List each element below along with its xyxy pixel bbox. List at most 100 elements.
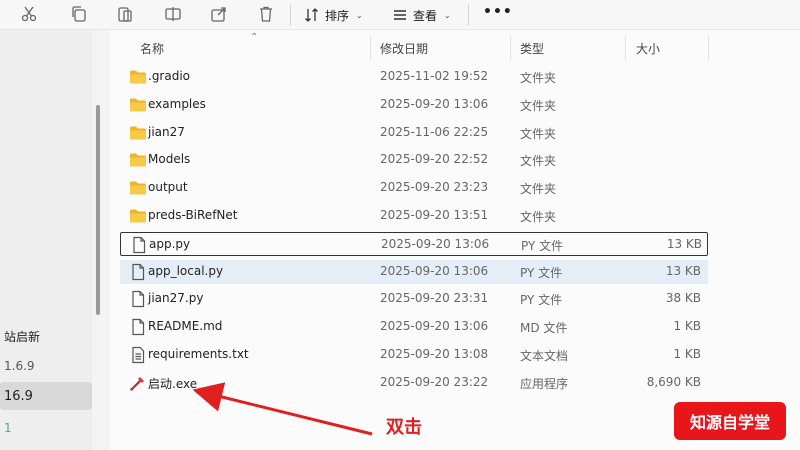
file-row[interactable]: README.md 2025-09-20 13:06 MD 文件 1 KB <box>120 315 708 339</box>
file-row[interactable]: app_local.py 2025-09-20 13:06 PY 文件 13 KB <box>120 259 708 284</box>
file-size: 1 KB <box>673 319 701 334</box>
navigation-pane: 站启新 1.6.9 16.9 1 <box>0 30 92 450</box>
more-options-button[interactable]: ••• <box>483 4 513 20</box>
file-row[interactable]: examples 2025-09-20 13:06 文件夹 <box>120 93 708 117</box>
column-date-header[interactable]: 修改日期 <box>380 40 428 57</box>
file-size: 1 KB <box>673 347 701 361</box>
file-date: 2025-11-02 19:52 <box>380 69 489 83</box>
column-name-header[interactable]: 名称 <box>140 40 164 57</box>
file-type: PY 文件 <box>520 265 563 280</box>
file-icon <box>129 235 149 255</box>
file-type: 文件夹 <box>520 126 557 141</box>
file-date: 2025-09-20 13:51 <box>380 208 489 222</box>
file-date: 2025-09-20 13:06 <box>380 96 489 111</box>
file-row[interactable]: app.py 2025-09-20 13:06 PY 文件 13 KB <box>120 231 708 256</box>
file-type: 文件夹 <box>520 71 557 85</box>
view-button[interactable]: 查看 ⌄ <box>392 3 451 27</box>
file-date: 2025-09-20 23:23 <box>380 180 489 195</box>
view-icon <box>394 10 406 20</box>
file-icon <box>128 289 148 309</box>
folder-icon <box>128 67 148 87</box>
file-name: app_local.py <box>148 263 224 278</box>
file-size: 8,690 KB <box>646 374 701 389</box>
file-date: 2025-11-06 22:25 <box>380 124 489 139</box>
column-divider <box>370 36 371 60</box>
file-name: .gradio <box>148 69 191 83</box>
file-type: 应用程序 <box>520 376 569 391</box>
nav-item[interactable]: 1.6.9 <box>0 352 92 380</box>
file-type: 文件夹 <box>520 98 557 113</box>
file-name: jian27.py <box>148 291 204 306</box>
file-size: 13 KB <box>666 236 702 251</box>
file-row[interactable]: jian27 2025-11-06 22:25 文件夹 <box>120 121 708 145</box>
brand-watermark: 知源自学堂 <box>674 402 786 440</box>
toolbar-divider <box>290 4 291 26</box>
chevron-down-icon: ⌄ <box>356 10 363 20</box>
file-row[interactable]: preds-BiRefNet 2025-09-20 13:51 文件夹 <box>120 204 708 228</box>
toolbar-divider <box>468 4 469 26</box>
nav-item[interactable]: 1 <box>0 414 92 442</box>
file-date: 2025-09-20 13:06 <box>380 319 489 334</box>
file-row[interactable]: 启动.exe 2025-09-20 23:22 应用程序 8,690 KB <box>120 371 708 395</box>
file-row[interactable]: Models 2025-09-20 22:52 文件夹 <box>120 148 708 172</box>
file-name: preds-BiRefNet <box>148 208 238 222</box>
file-date: 2025-09-20 23:22 <box>380 374 489 389</box>
file-date: 2025-09-20 13:08 <box>380 347 489 361</box>
file-type: 文本文档 <box>520 349 569 363</box>
nav-scrollbar[interactable] <box>96 105 100 315</box>
folder-icon <box>128 178 148 198</box>
double-click-callout: 双击 <box>386 417 422 438</box>
file-type: PY 文件 <box>521 238 564 253</box>
chevron-down-icon: ⌄ <box>444 10 451 20</box>
file-type: PY 文件 <box>520 293 563 308</box>
file-date: 2025-09-20 22:52 <box>380 152 489 167</box>
folder-icon <box>128 123 148 143</box>
column-size-header[interactable]: 大小 <box>636 40 660 57</box>
file-date: 2025-09-20 23:31 <box>380 291 489 306</box>
folder-icon <box>128 206 148 226</box>
file-name: 启动.exe <box>148 376 198 391</box>
rename-icon[interactable] <box>162 4 184 24</box>
file-name: jian27 <box>148 124 185 139</box>
copy-icon[interactable] <box>68 4 90 24</box>
sort-ascending-icon: ⌃ <box>250 32 259 43</box>
column-divider <box>625 36 626 60</box>
sort-label: 排序 <box>325 8 350 23</box>
paste-icon[interactable] <box>114 4 136 24</box>
file-icon <box>128 262 148 282</box>
file-date: 2025-09-20 13:06 <box>380 263 489 278</box>
file-row[interactable]: output 2025-09-20 23:23 文件夹 <box>120 176 708 200</box>
cut-icon[interactable] <box>18 4 40 24</box>
column-divider <box>708 36 709 60</box>
file-row[interactable]: jian27.py 2025-09-20 23:31 PY 文件 38 KB <box>120 287 708 311</box>
nav-item[interactable]: 站启新 <box>0 322 92 350</box>
file-name: examples <box>148 96 206 111</box>
file-row[interactable]: requirements.txt 2025-09-20 13:08 文本文档 1 KB <box>120 343 708 367</box>
sort-button[interactable]: 排序 ⌄ <box>304 3 363 27</box>
file-row[interactable]: .gradio 2025-11-02 19:52 文件夹 <box>120 65 708 89</box>
nav-item-selected[interactable]: 16.9 <box>0 382 92 410</box>
file-name: README.md <box>148 319 223 334</box>
text-file-icon <box>128 345 148 365</box>
file-name: requirements.txt <box>148 347 249 361</box>
column-header: ⌃ 名称 修改日期 类型 大小 <box>110 32 800 60</box>
column-divider <box>510 36 511 60</box>
exe-icon <box>128 373 148 393</box>
share-icon[interactable] <box>208 4 230 24</box>
file-list-pane: ⌃ 名称 修改日期 类型 大小 .gradio 2025-11-02 19:52 文… <box>110 30 800 450</box>
column-type-header[interactable]: 类型 <box>520 40 544 57</box>
folder-icon <box>128 95 148 115</box>
file-type: MD 文件 <box>520 321 568 336</box>
file-type: 文件夹 <box>520 182 557 197</box>
file-name: output <box>148 180 188 195</box>
file-date: 2025-09-20 13:06 <box>381 236 490 251</box>
sort-icon <box>305 8 318 22</box>
view-label: 查看 <box>413 8 438 23</box>
file-size: 38 KB <box>665 291 701 306</box>
file-type: 文件夹 <box>520 154 557 169</box>
file-name: app.py <box>149 236 191 251</box>
file-name: Models <box>148 152 191 167</box>
folder-icon <box>128 150 148 170</box>
delete-icon[interactable] <box>255 4 277 24</box>
file-size: 13 KB <box>665 263 701 278</box>
